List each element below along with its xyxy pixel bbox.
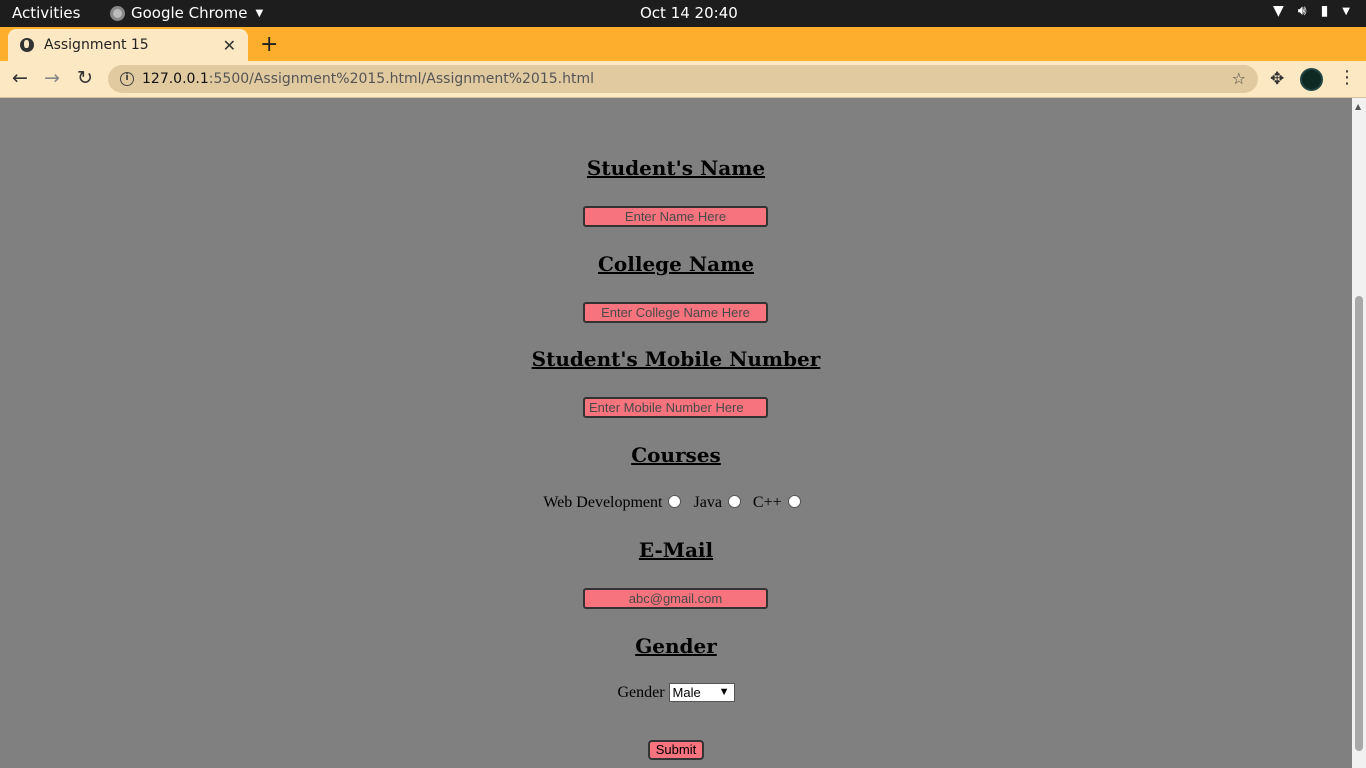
activities-button[interactable]: Activities	[12, 4, 80, 22]
new-tab-button[interactable]: +	[260, 32, 278, 57]
course-label-cpp: C++	[752, 494, 782, 511]
email-input[interactable]	[583, 588, 768, 609]
mobile-number-input[interactable]	[583, 397, 768, 418]
url-host: 127.0.0.1	[142, 71, 209, 87]
back-button[interactable]: ←	[12, 67, 28, 89]
volume-icon: 🔊︎	[1297, 3, 1307, 19]
courses-heading: Courses	[631, 443, 721, 467]
gender-selected-value: Male	[672, 685, 701, 700]
profile-avatar[interactable]	[1300, 68, 1323, 91]
course-label-java: Java	[693, 494, 722, 511]
email-heading: E-Mail	[638, 538, 714, 562]
caret-down-icon: ▼	[1342, 5, 1350, 17]
globe-icon	[20, 38, 34, 52]
bookmark-star-icon[interactable]: ☆	[1232, 69, 1246, 88]
course-radio-cpp[interactable]	[787, 495, 801, 508]
system-tray[interactable]: ▼ 🔊︎ ▮ ▼	[1273, 3, 1350, 19]
gender-row: Gender Male ▼	[0, 683, 1352, 702]
college-name-input[interactable]	[583, 302, 768, 323]
browser-toolbar: ← → ↻ i 127.0.0.1:5500/Assignment%2015.h…	[0, 61, 1366, 98]
gender-select[interactable]: Male ▼	[668, 683, 735, 702]
page-scrollbar[interactable]: ▲	[1352, 98, 1366, 768]
more-menu-icon[interactable]: ⋮	[1338, 67, 1356, 88]
submit-button[interactable]: Submit	[648, 740, 704, 760]
scroll-up-icon[interactable]: ▲	[1355, 102, 1361, 111]
college-name-heading: College Name	[598, 252, 754, 276]
chrome-icon	[110, 5, 125, 21]
student-name-input[interactable]	[583, 206, 768, 227]
gender-heading: Gender	[635, 634, 717, 658]
system-top-bar: Activities Google Chrome ▼ Oct 14 20:40 …	[0, 0, 1366, 27]
extensions-icon[interactable]: ✥	[1270, 69, 1284, 89]
caret-down-icon: ▼	[255, 7, 264, 19]
browser-tab[interactable]: Assignment 15 ✕	[8, 29, 248, 61]
clock[interactable]: Oct 14 20:40	[640, 4, 738, 22]
forward-button[interactable]: →	[44, 67, 60, 89]
app-name: Google Chrome	[131, 4, 248, 22]
tab-title: Assignment 15	[44, 37, 149, 53]
scrollbar-thumb[interactable]	[1355, 296, 1363, 751]
mobile-number-heading: Student's Mobile Number	[531, 347, 821, 371]
app-menu[interactable]: Google Chrome ▼	[110, 4, 263, 22]
tab-strip: Assignment 15 ✕ +	[0, 27, 1366, 61]
close-tab-icon[interactable]: ✕	[223, 36, 236, 55]
reload-button[interactable]: ↻	[77, 67, 93, 89]
page-content: Student's Name College Name Student's Mo…	[0, 98, 1352, 768]
url-path: :5500/Assignment%2015.html/Assignment%20…	[208, 71, 594, 87]
student-name-heading: Student's Name	[586, 156, 766, 180]
chevron-down-icon: ▼	[718, 686, 730, 698]
courses-radio-group: Web Development Java C++	[0, 494, 1352, 512]
course-radio-web[interactable]	[668, 495, 682, 508]
address-bar[interactable]: i 127.0.0.1:5500/Assignment%2015.html/As…	[108, 65, 1258, 93]
gender-label: Gender	[617, 684, 665, 701]
course-label-web: Web Development	[543, 494, 663, 511]
wifi-icon: ▼	[1272, 3, 1284, 19]
battery-icon: ▮	[1320, 3, 1329, 19]
course-radio-java[interactable]	[727, 495, 741, 508]
info-icon[interactable]: i	[120, 72, 134, 86]
